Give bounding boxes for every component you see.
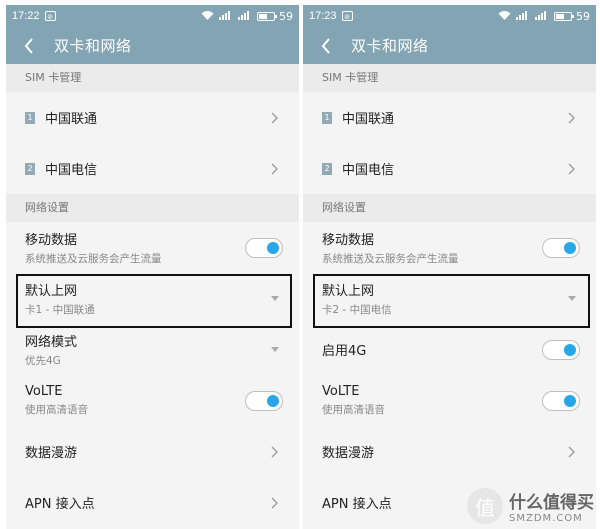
chevron-right-icon xyxy=(271,446,278,457)
apn-label: APN 接入点 xyxy=(322,497,392,512)
wifi-icon xyxy=(498,10,511,23)
battery-icon xyxy=(257,11,277,21)
notification-icon: ⊘ xyxy=(44,11,56,21)
apn-row[interactable]: APN 接入点 xyxy=(6,477,299,528)
chevron-right-icon xyxy=(271,112,278,123)
highlight-box-right xyxy=(313,274,590,328)
sim-item-1[interactable]: 1 中国联通 xyxy=(6,92,299,143)
chevron-right-icon xyxy=(568,163,575,174)
volte-row[interactable]: VoLTE 使用高清语音 xyxy=(6,375,299,426)
sim-item-label: 中国联通 xyxy=(45,112,98,127)
notification-icon: ⊘ xyxy=(341,11,353,21)
data-roaming-label: 数据漫游 xyxy=(322,446,375,461)
sim-section-header: SIM 卡管理 xyxy=(6,64,299,92)
dropdown-arrow-icon xyxy=(271,346,279,352)
chevron-right-icon xyxy=(568,112,575,123)
volte-toggle[interactable] xyxy=(245,390,283,411)
signal-icon-1 xyxy=(219,10,233,23)
enable-4g-row[interactable]: 启用4G xyxy=(303,324,596,375)
data-roaming-row[interactable]: 数据漫游 xyxy=(303,426,596,477)
battery-icon xyxy=(554,11,574,21)
sim-1-icon: 1 xyxy=(25,111,35,124)
watermark-title: 什么值得买 xyxy=(509,493,594,513)
watermark: 值 什么值得买 SMZDM.COM xyxy=(467,488,594,524)
status-time: 17:22 xyxy=(12,10,40,22)
sim-item-label: 中国电信 xyxy=(45,163,98,178)
back-arrow-icon[interactable] xyxy=(18,35,40,57)
status-bar: 17:23 ⊘ 59 xyxy=(303,5,596,27)
sim-2-icon: 2 xyxy=(25,162,35,175)
page-title: 双卡和网络 xyxy=(54,37,132,55)
status-time: 17:23 xyxy=(309,10,337,22)
chevron-right-icon xyxy=(271,163,278,174)
page-title: 双卡和网络 xyxy=(351,37,429,55)
battery-level: 59 xyxy=(576,9,590,23)
highlight-box-left xyxy=(16,274,292,328)
volte-toggle[interactable] xyxy=(542,390,580,411)
signal-icon-1 xyxy=(516,10,530,23)
sim-item-1[interactable]: 1 中国联通 xyxy=(303,92,596,143)
signal-icon-2 xyxy=(535,10,549,23)
sim-2-icon: 2 xyxy=(322,162,332,175)
mobile-data-toggle[interactable] xyxy=(245,237,283,258)
network-mode-value: 优先4G xyxy=(25,355,61,367)
signal-icon-2 xyxy=(238,10,252,23)
phone-screen-left: 17:22 ⊘ 59 双卡和网络 SIM 卡管理 1 中国联通 2 中国电信 网… xyxy=(6,5,299,529)
mobile-data-row[interactable]: 移动数据 系统推送及云服务会产生流量 xyxy=(303,222,596,273)
volte-row[interactable]: VoLTE 使用高清语音 xyxy=(303,375,596,426)
network-section-header: 网络设置 xyxy=(303,194,596,222)
sim-section-header: SIM 卡管理 xyxy=(303,64,596,92)
network-section-header: 网络设置 xyxy=(6,194,299,222)
phone-screen-right: 17:23 ⊘ 59 双卡和网络 SIM 卡管理 1 中国联通 2 中国电信 网… xyxy=(303,5,596,529)
sim-item-label: 中国联通 xyxy=(342,112,395,127)
sim-1-icon: 1 xyxy=(322,111,332,124)
battery-level: 59 xyxy=(279,9,293,23)
network-mode-row[interactable]: 网络模式 优先4G xyxy=(6,324,299,375)
chevron-right-icon xyxy=(568,446,575,457)
sim-item-2[interactable]: 2 中国电信 xyxy=(303,143,596,194)
enable-4g-toggle[interactable] xyxy=(542,339,580,360)
back-arrow-icon[interactable] xyxy=(315,35,337,57)
app-bar: 双卡和网络 xyxy=(6,27,299,64)
watermark-site: SMZDM.COM xyxy=(509,513,583,524)
network-mode-label: 网络模式 xyxy=(25,335,78,350)
mobile-data-row[interactable]: 移动数据 系统推送及云服务会产生流量 xyxy=(6,222,299,273)
data-roaming-row[interactable]: 数据漫游 xyxy=(6,426,299,477)
data-roaming-label: 数据漫游 xyxy=(25,446,78,461)
wifi-icon xyxy=(201,10,214,23)
enable-4g-label: 启用4G xyxy=(322,344,367,359)
smzdm-logo-icon: 值 xyxy=(467,488,503,524)
app-bar: 双卡和网络 xyxy=(303,27,596,64)
mobile-data-toggle[interactable] xyxy=(542,237,580,258)
apn-label: APN 接入点 xyxy=(25,497,95,512)
sim-item-2[interactable]: 2 中国电信 xyxy=(6,143,299,194)
chevron-right-icon xyxy=(271,497,278,508)
sim-item-label: 中国电信 xyxy=(342,163,395,178)
status-bar: 17:22 ⊘ 59 xyxy=(6,5,299,27)
